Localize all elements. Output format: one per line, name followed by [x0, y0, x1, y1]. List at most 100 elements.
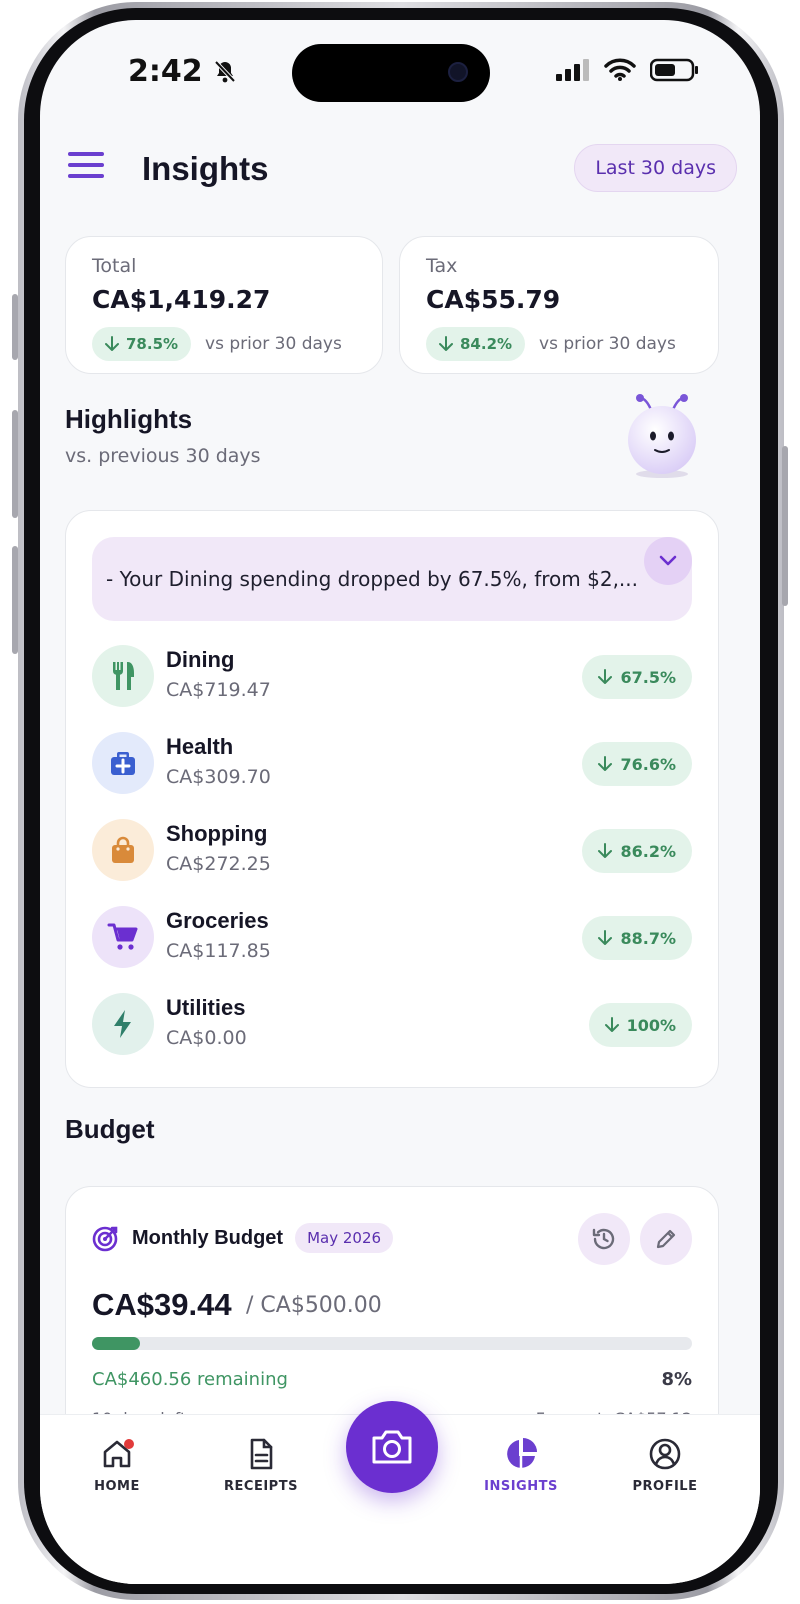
highlights-title: Highlights: [65, 404, 193, 434]
comparison-text: vs prior 30 days: [539, 334, 676, 354]
stat-label: Tax: [426, 255, 458, 277]
pie-chart-icon: [507, 1438, 537, 1468]
category-row-shopping[interactable]: Shopping CA$272.25 86.2%: [92, 819, 692, 883]
category-change-badge: 88.7%: [582, 916, 692, 960]
medical-bag-icon: [111, 752, 135, 775]
stat-value: CA$55.79: [426, 285, 561, 314]
arrow-down-icon: [598, 669, 613, 684]
bottom-nav: HOME RECEIPTS INSIGHTS PROFILE: [40, 1401, 760, 1584]
category-icon-wrap: [92, 993, 154, 1055]
category-icon-wrap: [92, 819, 154, 881]
nav-label: HOME: [94, 1479, 140, 1494]
scan-receipt-button[interactable]: [346, 1401, 438, 1493]
camera-icon: [372, 1430, 412, 1464]
nav-insights[interactable]: INSIGHTS: [466, 1437, 576, 1517]
category-name: Groceries: [166, 908, 269, 933]
shopping-bag-icon: [112, 836, 134, 863]
budget-progress-fill: [92, 1337, 140, 1350]
battery-icon: [650, 58, 698, 82]
category-row-health[interactable]: Health CA$309.70 76.6%: [92, 732, 692, 796]
total-card[interactable]: Total CA$1,419.27 78.5% vs prior 30 days: [65, 236, 383, 374]
category-change-badge: 67.5%: [582, 655, 692, 699]
date-range-button[interactable]: Last 30 days: [574, 144, 737, 192]
budget-limit: / CA$500.00: [246, 1293, 382, 1318]
category-name: Utilities: [166, 995, 246, 1020]
category-icon-wrap: [92, 732, 154, 794]
category-name: Shopping: [166, 821, 268, 846]
category-row-utilities[interactable]: Utilities CA$0.00 100%: [92, 993, 692, 1057]
arrow-down-icon: [439, 336, 453, 351]
category-change: 86.2%: [620, 841, 676, 861]
silent-switch: [12, 294, 18, 360]
user-circle-icon: [649, 1438, 681, 1470]
stat-value: CA$1,419.27: [92, 285, 271, 314]
signal-icon: [556, 59, 589, 81]
arrow-down-icon: [598, 930, 613, 945]
category-change-badge: 86.2%: [582, 829, 692, 873]
change-badge: 84.2%: [426, 327, 526, 361]
highlights-card: - Your Dining spending dropped by 67.5%,…: [65, 510, 719, 1088]
category-amount: CA$719.47: [166, 679, 271, 701]
stat-label: Total: [92, 255, 137, 277]
category-change: 67.5%: [620, 667, 676, 687]
receipt-icon: [250, 1438, 273, 1470]
ai-summary[interactable]: - Your Dining spending dropped by 67.5%,…: [92, 537, 692, 621]
app-screen: 2:42 Insights Last 30 days Total CA$1,41…: [40, 20, 760, 1584]
stat-change: 84.2% vs prior 30 days: [426, 327, 676, 361]
front-camera: [448, 62, 468, 82]
status-time: 2:42: [128, 54, 237, 89]
stat-change: 78.5% vs prior 30 days: [92, 327, 342, 361]
chevron-down-icon: [659, 555, 677, 566]
change-badge: 78.5%: [92, 327, 192, 361]
arrow-down-icon: [105, 336, 119, 351]
bell-muted-icon: [214, 60, 236, 82]
volume-down-button: [12, 546, 18, 654]
category-row-groceries[interactable]: Groceries CA$117.85 88.7%: [92, 906, 692, 970]
fork-knife-icon: [113, 662, 134, 690]
category-change-badge: 100%: [588, 1003, 692, 1047]
wifi-icon: [604, 58, 636, 81]
category-amount: CA$272.25: [166, 853, 271, 875]
category-name: Health: [166, 734, 234, 759]
cart-icon: [107, 923, 138, 950]
budget-title: Budget: [65, 1114, 155, 1144]
dynamic-island: [292, 44, 490, 102]
category-name: Dining: [166, 647, 235, 672]
arrow-down-icon: [598, 843, 613, 858]
category-change: 100%: [626, 1015, 676, 1035]
category-change: 76.6%: [620, 754, 676, 774]
menu-icon[interactable]: [68, 152, 104, 182]
budget-progress-bar: [92, 1337, 692, 1350]
category-row-dining[interactable]: Dining CA$719.47 67.5%: [92, 645, 692, 709]
category-change-badge: 76.6%: [582, 742, 692, 786]
clock-text: 2:42: [128, 54, 203, 89]
power-button: [782, 446, 788, 606]
budget-percent: 8%: [661, 1369, 692, 1390]
category-change: 88.7%: [620, 928, 676, 948]
assistant-mascot-icon[interactable]: [626, 392, 698, 478]
change-value: 78.5%: [126, 335, 179, 353]
edit-budget-button[interactable]: [640, 1213, 692, 1265]
nav-home[interactable]: HOME: [62, 1437, 172, 1517]
lightning-icon: [114, 1010, 131, 1038]
category-icon-wrap: [92, 645, 154, 707]
category-icon-wrap: [92, 906, 154, 968]
arrow-down-icon: [598, 756, 613, 771]
budget-header: Monthly Budget May 2026: [92, 1223, 394, 1253]
nav-receipts[interactable]: RECEIPTS: [206, 1437, 316, 1517]
nav-profile[interactable]: PROFILE: [610, 1437, 720, 1517]
category-amount: CA$117.85: [166, 940, 271, 962]
nav-label: INSIGHTS: [484, 1479, 558, 1494]
arrow-down-icon: [604, 1017, 619, 1032]
budget-remaining: CA$460.56 remaining: [92, 1369, 288, 1390]
category-amount: CA$0.00: [166, 1027, 247, 1049]
highlights-subtitle: vs. previous 30 days: [65, 445, 261, 467]
comparison-text: vs prior 30 days: [205, 334, 342, 354]
nav-label: PROFILE: [632, 1479, 698, 1494]
expand-summary-button[interactable]: [644, 537, 692, 585]
change-value: 84.2%: [460, 335, 513, 353]
notification-dot: [124, 1439, 134, 1449]
budget-history-button[interactable]: [578, 1213, 630, 1265]
tax-card[interactable]: Tax CA$55.79 84.2% vs prior 30 days: [399, 236, 719, 374]
budget-month-badge: May 2026: [295, 1223, 394, 1253]
